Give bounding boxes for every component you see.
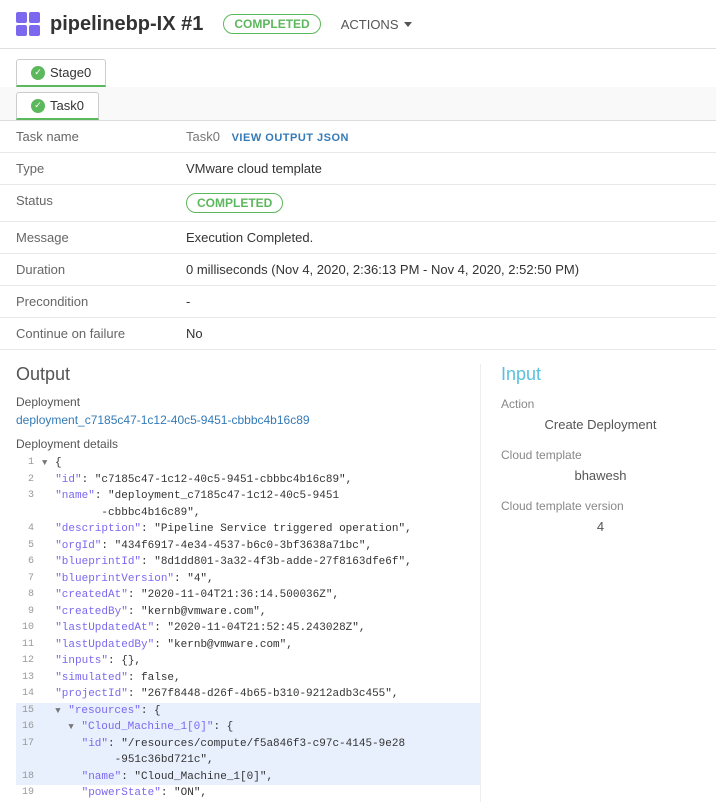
deployment-details-label: Deployment details	[16, 437, 480, 451]
code-line-7: 7 "blueprintVersion": "4",	[16, 571, 480, 588]
stages-tabs-area: ✓ Stage0	[0, 49, 716, 87]
cloud-template-version-value: 4	[597, 519, 604, 534]
label-continue-on-failure: Continue on failure	[0, 318, 170, 350]
code-line-2: 2 "id": "c7185c47-1c12-40c5-9451-cbbbc4b…	[16, 472, 480, 489]
actions-label: ACTIONS	[341, 17, 399, 32]
value-message: Execution Completed.	[170, 222, 716, 254]
action-label: Action	[501, 397, 700, 411]
label-task-name: Task name	[0, 121, 170, 153]
code-line-6: 6 "blueprintId": "8d1dd801-3a32-4f3b-add…	[16, 554, 480, 571]
output-title: Output	[16, 364, 480, 385]
view-output-json-link[interactable]: VIEW OUTPUT JSON	[232, 132, 349, 144]
label-type: Type	[0, 153, 170, 185]
value-type: VMware cloud template	[170, 153, 716, 185]
code-line-19: 19 "powerState": "ON",	[16, 785, 480, 802]
table-row-message: Message Execution Completed.	[0, 222, 716, 254]
cloud-template-value-block: bhawesh	[501, 464, 700, 487]
details-table: Task name Task0 VIEW OUTPUT JSON Type VM…	[0, 121, 716, 350]
code-line-16: 16 ▼ "Cloud_Machine_1[0]": {	[16, 719, 480, 736]
table-row-precondition: Precondition -	[0, 286, 716, 318]
code-line-14: 14 "projectId": "267f8448-d26f-4b65-b310…	[16, 686, 480, 703]
deployment-id-link[interactable]: deployment_c7185c47-1c12-40c5-9451-cbbbc…	[16, 413, 480, 427]
input-title: Input	[501, 364, 700, 385]
value-continue-on-failure: No	[170, 318, 716, 350]
cloud-template-label: Cloud template	[501, 448, 700, 462]
value-duration: 0 milliseconds (Nov 4, 2020, 2:36:13 PM …	[170, 254, 716, 286]
code-line-11: 11 "lastUpdatedBy": "kernb@vmware.com",	[16, 637, 480, 654]
code-line-1: 1 ▼ {	[16, 455, 480, 472]
table-row-type: Type VMware cloud template	[0, 153, 716, 185]
page-header: pipelinebp-IX #1 COMPLETED ACTIONS	[0, 0, 716, 49]
code-line-8: 8 "createdAt": "2020-11-04T21:36:14.5000…	[16, 587, 480, 604]
tasks-tabs-row: ✓ Task0	[0, 87, 716, 121]
code-line-18: 18 "name": "Cloud_Machine_1[0]",	[16, 769, 480, 786]
label-message: Message	[0, 222, 170, 254]
stage0-tab-label: Stage0	[50, 65, 91, 80]
label-status: Status	[0, 185, 170, 222]
page-title: pipelinebp-IX #1	[50, 13, 203, 36]
pipeline-icon	[16, 12, 40, 36]
code-line-3: 3 "name": "deployment_c7185c47-1c12-40c5…	[16, 488, 480, 505]
deployment-label: Deployment	[16, 395, 480, 409]
table-row-status: Status COMPLETED	[0, 185, 716, 222]
cloud-template-value: bhawesh	[574, 468, 626, 483]
label-duration: Duration	[0, 254, 170, 286]
chevron-down-icon	[404, 22, 412, 27]
label-precondition: Precondition	[0, 286, 170, 318]
code-line-10: 10 "lastUpdatedAt": "2020-11-04T21:52:45…	[16, 620, 480, 637]
cloud-template-version-value-block: 4	[501, 515, 700, 538]
action-value-block: Create Deployment	[501, 413, 700, 436]
output-input-area: Output Deployment deployment_c7185c47-1c…	[0, 350, 716, 802]
input-section: Input Action Create Deployment Cloud tem…	[480, 364, 700, 802]
stage0-tab[interactable]: ✓ Stage0	[16, 59, 106, 87]
code-line-15: 15 ▼ "resources": {	[16, 703, 480, 720]
code-line-17b: -951c36bd721c",	[16, 752, 480, 769]
stage0-check-icon: ✓	[31, 66, 45, 80]
task0-tab-label: Task0	[50, 98, 84, 113]
code-line-4: 4 "description": "Pipeline Service trigg…	[16, 521, 480, 538]
table-row-duration: Duration 0 milliseconds (Nov 4, 2020, 2:…	[0, 254, 716, 286]
output-section: Output Deployment deployment_c7185c47-1c…	[16, 364, 480, 802]
code-line-9: 9 "createdBy": "kernb@vmware.com",	[16, 604, 480, 621]
action-value: Create Deployment	[545, 417, 657, 432]
value-precondition: -	[170, 286, 716, 318]
code-line-3b: -cbbbc4b16c89",	[16, 505, 480, 522]
code-line-12: 12 "inputs": {},	[16, 653, 480, 670]
code-line-5: 5 "orgId": "434f6917-4e34-4537-b6c0-3bf3…	[16, 538, 480, 555]
table-row-continue-on-failure: Continue on failure No	[0, 318, 716, 350]
task-name-link[interactable]: Task0	[186, 129, 220, 144]
table-row-task-name: Task name Task0 VIEW OUTPUT JSON	[0, 121, 716, 153]
code-line-17: 17 "id": "/resources/compute/f5a846f3-c9…	[16, 736, 480, 753]
cloud-template-version-label: Cloud template version	[501, 499, 700, 513]
status-badge-header: COMPLETED	[223, 14, 320, 34]
actions-button[interactable]: ACTIONS	[341, 17, 412, 32]
task0-tab[interactable]: ✓ Task0	[16, 92, 99, 120]
code-block: 1 ▼ { 2 "id": "c7185c47-1c12-40c5-9451-c…	[16, 455, 480, 802]
code-line-13: 13 "simulated": false,	[16, 670, 480, 687]
status-badge: COMPLETED	[186, 193, 283, 213]
task0-check-icon: ✓	[31, 99, 45, 113]
